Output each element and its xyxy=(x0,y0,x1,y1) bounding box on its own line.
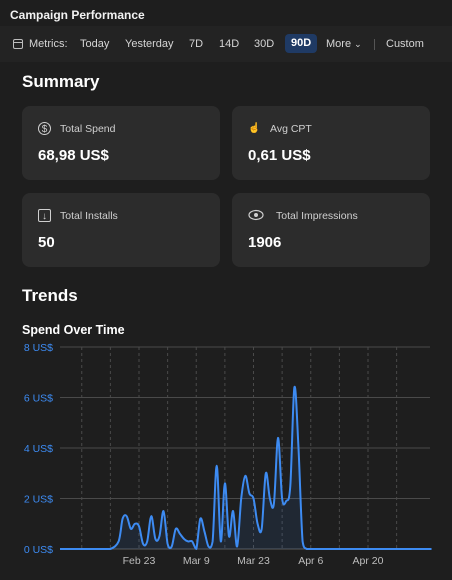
summary-heading: Summary xyxy=(22,72,100,91)
total-installs-card: ↓ Total Installs 50 xyxy=(22,193,220,267)
range-7d-button[interactable]: 7D xyxy=(189,36,203,52)
card-label: Total Installs xyxy=(60,210,118,222)
range-yesterday-button[interactable]: Yesterday xyxy=(125,36,174,52)
avg-cpt-card: ☝ Avg CPT 0,61 US$ xyxy=(232,106,430,180)
x-tick-label: Apr 6 xyxy=(298,555,323,567)
y-tick-label: 4 US$ xyxy=(24,443,53,455)
more-label: More xyxy=(326,38,352,50)
series-area xyxy=(60,386,431,549)
card-value: 1906 xyxy=(248,234,282,251)
y-tick-label: 8 US$ xyxy=(24,342,53,354)
chart-title: Spend Over Time xyxy=(22,323,125,337)
y-tick-label: 6 US$ xyxy=(24,393,53,405)
total-spend-card: $ Total Spend 68,98 US$ xyxy=(22,106,220,180)
card-label: Avg CPT xyxy=(270,123,312,135)
spend-over-time-chart: 0 US$ 2 US$ 4 US$ 6 US$ 8 US$ Feb 23 Mar 9 Mar… xyxy=(24,342,432,567)
total-impressions-card: Total Impressions 1906 xyxy=(232,193,430,267)
y-tick-label: 2 US$ xyxy=(24,494,53,506)
range-30d-button[interactable]: 30D xyxy=(254,36,274,52)
download-icon: ↓ xyxy=(38,209,51,222)
card-value: 50 xyxy=(38,234,55,251)
toolbar-divider xyxy=(374,39,375,50)
calendar-icon xyxy=(13,39,23,49)
x-tick-label: Mar 23 xyxy=(237,555,270,567)
metrics-toolbar: Metrics: Today Yesterday 7D 14D 30D 90D … xyxy=(0,26,452,62)
card-label: Total Impressions xyxy=(276,210,358,222)
range-today-button[interactable]: Today xyxy=(80,36,109,52)
y-tick-label: 0 US$ xyxy=(24,544,53,556)
range-14d-button[interactable]: 14D xyxy=(219,36,239,52)
card-value: 68,98 US$ xyxy=(38,147,109,164)
dollar-circle-icon: $ xyxy=(38,122,51,135)
chevron-down-icon: ⌄ xyxy=(354,39,362,49)
window-title: Campaign Performance xyxy=(10,8,145,22)
eye-icon xyxy=(248,209,264,222)
card-label: Total Spend xyxy=(60,123,116,135)
more-menu-button[interactable]: More ⌄ xyxy=(326,36,362,52)
trends-heading: Trends xyxy=(22,286,78,305)
x-tick-label: Feb 23 xyxy=(123,555,156,567)
card-value: 0,61 US$ xyxy=(248,147,311,164)
x-tick-label: Apr 20 xyxy=(353,555,384,567)
x-tick-label: Mar 9 xyxy=(183,555,210,567)
metrics-label: Metrics: xyxy=(29,38,68,50)
hand-tap-icon: ☝ xyxy=(248,123,261,134)
range-custom-button[interactable]: Custom xyxy=(386,36,424,52)
range-90d-button[interactable]: 90D xyxy=(285,34,318,53)
